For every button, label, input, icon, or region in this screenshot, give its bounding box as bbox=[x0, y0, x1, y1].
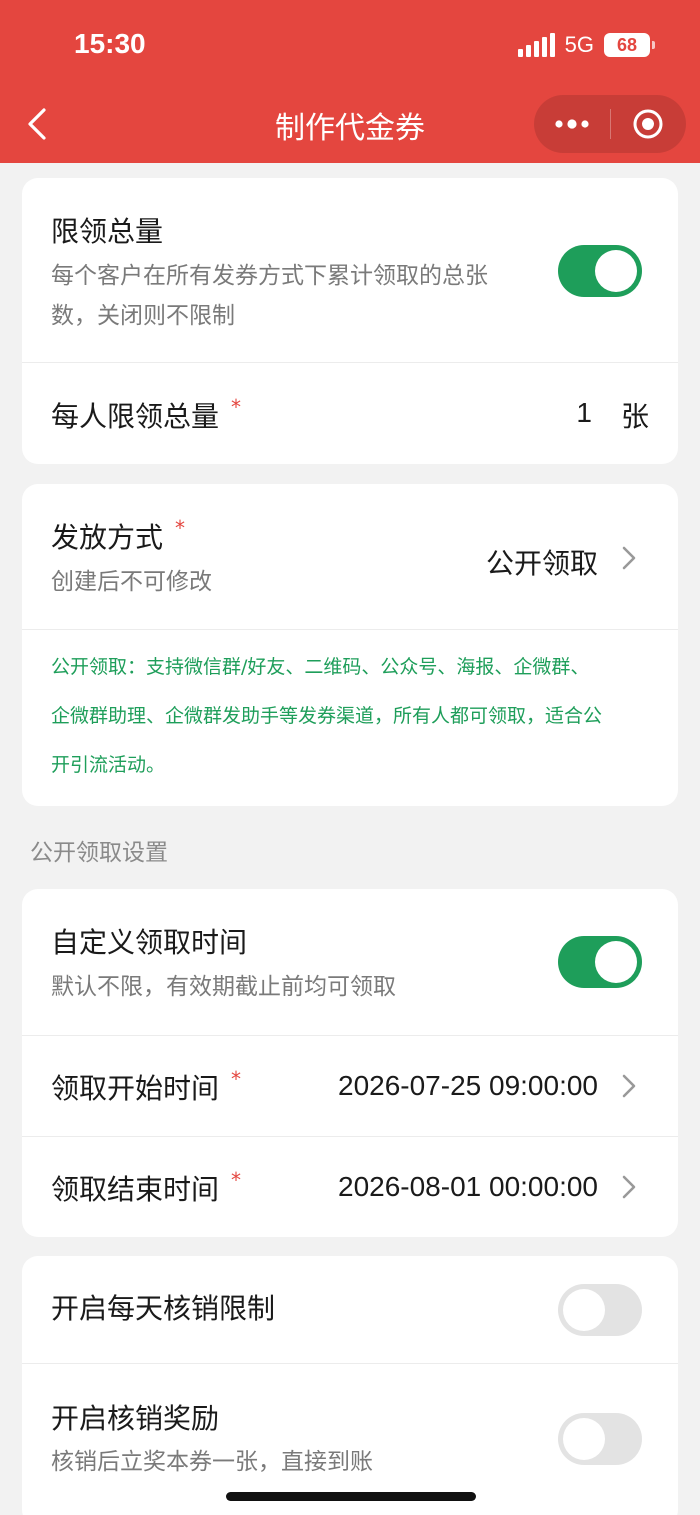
per-person-row[interactable]: 每人限领总量 * 1 张 bbox=[22, 363, 678, 464]
close-target-icon bbox=[633, 109, 663, 139]
start-time-label: 领取开始时间 * bbox=[51, 1067, 241, 1107]
mini-program-capsule bbox=[534, 95, 686, 153]
status-time: 15:30 bbox=[74, 28, 146, 59]
start-time-label-text: 领取开始时间 bbox=[51, 1072, 220, 1105]
status-indicators: 5G 68 bbox=[517, 32, 655, 58]
distribution-label-text: 发放方式 bbox=[51, 521, 164, 554]
home-indicator bbox=[226, 1492, 476, 1501]
chevron-right-icon bbox=[622, 546, 636, 570]
tip-line-1: 公开领取：支持微信群/好友、二维码、公众号、海报、企微群、 bbox=[51, 656, 590, 678]
chevron-right-icon bbox=[622, 1074, 636, 1098]
custom-time-desc: 默认不限，有效期截止前均可领取 bbox=[51, 974, 396, 1000]
start-time-value: 2026-07-25 09:00:00 bbox=[338, 1070, 598, 1101]
close-button[interactable] bbox=[611, 95, 687, 153]
nav-header: 15:30 5G 68 制作代金券 bbox=[0, 0, 700, 163]
start-time-row[interactable]: 领取开始时间 * 2026-07-25 09:00:00 bbox=[22, 1036, 678, 1137]
reward-desc: 核销后立奖本券一张，直接到账 bbox=[51, 1449, 373, 1475]
toggle-knob bbox=[563, 1289, 605, 1331]
distribution-row[interactable]: 发放方式 * 创建后不可修改 公开领取 bbox=[22, 484, 678, 630]
required-mark: * bbox=[231, 1067, 242, 1091]
more-button[interactable] bbox=[534, 95, 610, 153]
distribution-tip: 公开领取：支持微信群/好友、二维码、公众号、海报、企微群、 企微群助理、企微群发… bbox=[22, 630, 678, 806]
required-mark: * bbox=[231, 395, 242, 419]
daily-limit-row: 开启每天核销限制 bbox=[22, 1256, 678, 1364]
limit-total-toggle[interactable] bbox=[558, 245, 642, 297]
toggle-knob bbox=[595, 250, 637, 292]
more-dots-icon bbox=[555, 119, 589, 129]
section-title: 公开领取设置 bbox=[30, 840, 168, 866]
battery-icon: 68 bbox=[604, 33, 655, 57]
custom-time-title: 自定义领取时间 bbox=[51, 926, 248, 959]
end-time-label-text: 领取结束时间 bbox=[51, 1173, 220, 1206]
limit-toggle-row: 限领总量 每个客户在所有发券方式下累计领取的总张 数，关闭则不限制 bbox=[22, 178, 678, 363]
end-time-value: 2026-08-01 00:00:00 bbox=[338, 1171, 598, 1202]
custom-time-row: 自定义领取时间 默认不限，有效期截止前均可领取 bbox=[22, 889, 678, 1036]
daily-limit-label: 开启每天核销限制 bbox=[51, 1292, 276, 1325]
distribution-card: 发放方式 * 创建后不可修改 公开领取 公开领取：支持微信群/好友、二维码、公众号… bbox=[22, 484, 678, 806]
chevron-right-icon bbox=[622, 1175, 636, 1199]
end-time-label: 领取结束时间 * bbox=[51, 1168, 241, 1208]
claim-time-card: 自定义领取时间 默认不限，有效期截止前均可领取 领取开始时间 * 2026-07-… bbox=[22, 889, 678, 1237]
toggle-knob bbox=[563, 1418, 605, 1460]
end-time-row[interactable]: 领取结束时间 * 2026-08-01 00:00:00 bbox=[22, 1137, 678, 1237]
custom-time-toggle[interactable] bbox=[558, 936, 642, 988]
distribution-sub: 创建后不可修改 bbox=[51, 569, 212, 595]
redeem-card: 开启每天核销限制 开启核销奖励 核销后立奖本券一张，直接到账 bbox=[22, 1256, 678, 1515]
distribution-label: 发放方式 * bbox=[51, 516, 185, 556]
daily-limit-toggle[interactable] bbox=[558, 1284, 642, 1336]
reward-toggle[interactable] bbox=[558, 1413, 642, 1465]
required-mark: * bbox=[231, 1168, 242, 1192]
per-person-label-text: 每人限领总量 bbox=[51, 400, 220, 433]
limit-toggle-desc-2: 数，关闭则不限制 bbox=[51, 303, 235, 329]
per-person-unit: 张 bbox=[620, 401, 649, 432]
distribution-value: 公开领取 bbox=[485, 548, 598, 579]
tip-line-2: 企微群助理、企微群发助手等发券渠道，所有人都可领取，适合公 bbox=[51, 705, 603, 727]
signal-icon bbox=[517, 33, 555, 57]
limit-toggle-desc-1: 每个客户在所有发券方式下累计领取的总张 bbox=[51, 263, 488, 289]
required-mark: * bbox=[175, 516, 186, 540]
per-person-value[interactable]: 1 bbox=[576, 397, 592, 429]
network-type: 5G bbox=[564, 32, 594, 57]
limit-toggle-title: 限领总量 bbox=[51, 215, 164, 248]
battery-level: 68 bbox=[616, 34, 638, 55]
reward-label: 开启核销奖励 bbox=[51, 1402, 220, 1435]
tip-line-3: 开引流活动。 bbox=[51, 754, 166, 776]
per-person-label: 每人限领总量 * bbox=[51, 395, 241, 435]
limit-card: 限领总量 每个客户在所有发券方式下累计领取的总张 数，关闭则不限制 每人限领总量… bbox=[22, 178, 678, 464]
toggle-knob bbox=[595, 941, 637, 983]
